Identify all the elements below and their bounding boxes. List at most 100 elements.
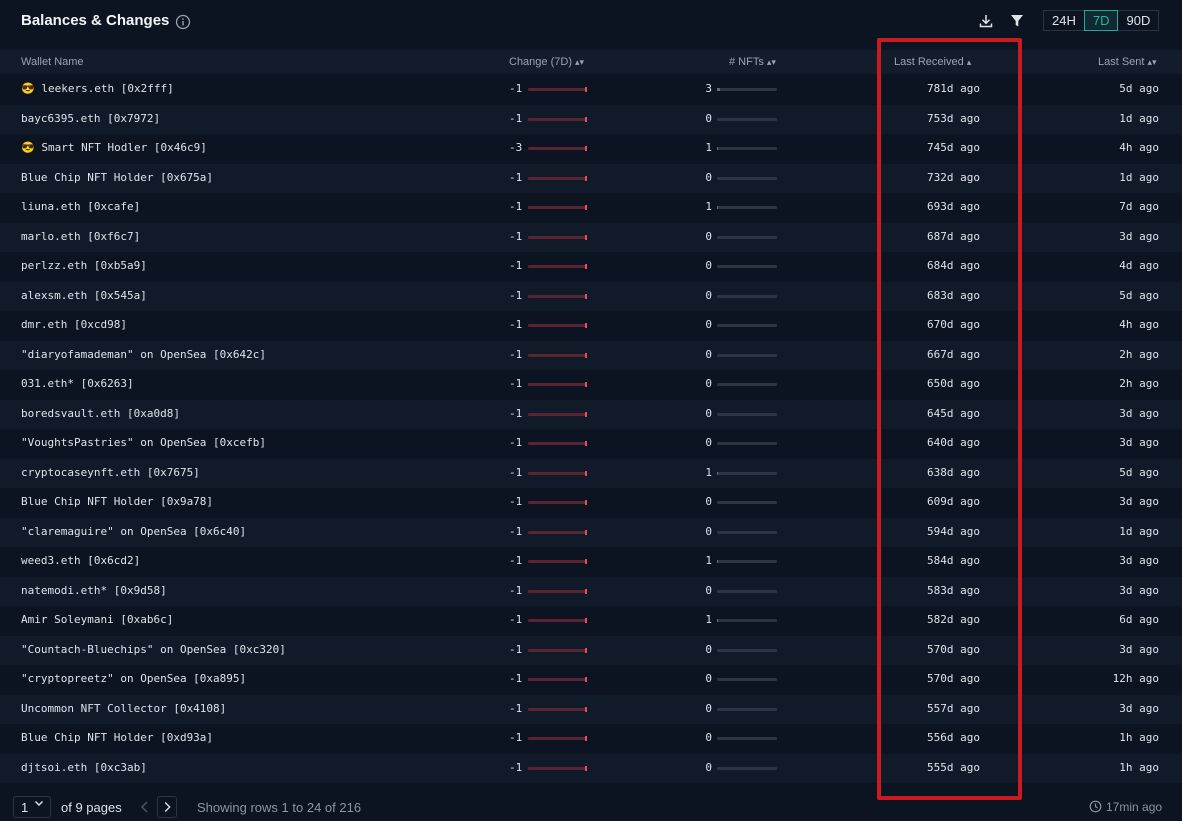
change-bar	[528, 382, 587, 387]
change-bar-marker	[585, 175, 587, 181]
change-value: -1	[509, 200, 523, 213]
column-label: Wallet Name	[21, 56, 84, 68]
wallet-name: Smart NFT Hodler [0x46c9]	[41, 141, 207, 154]
wallet-name-cell[interactable]: bayc6395.eth [0x7972]	[21, 112, 160, 125]
column-nfts[interactable]: # NFTs ▴▾	[729, 56, 776, 68]
change-value: -1	[509, 318, 523, 331]
page-select-value: 1	[21, 800, 29, 815]
next-page-button[interactable]	[157, 796, 177, 818]
wallet-name: bayc6395.eth [0x7972]	[21, 111, 161, 125]
change-bar	[528, 441, 587, 446]
nft-bar-fill	[717, 147, 718, 150]
wallet-name-cell[interactable]: alexsm.eth [0x545a]	[21, 289, 147, 302]
wallet-name-cell[interactable]: perlzz.eth [0xb5a9]	[21, 259, 147, 272]
nft-count: 0	[705, 377, 712, 390]
change-bar-marker	[585, 736, 587, 741]
change-bar	[528, 618, 587, 623]
wallet-name-cell[interactable]: Amir Soleymani [0xab6c]	[21, 613, 173, 626]
wallet-name-cell[interactable]: marlo.eth [0xf6c7]	[21, 230, 140, 243]
nft-count: 1	[705, 141, 712, 154]
wallet-name-cell[interactable]: Uncommon NFT Collector [0x4108]	[21, 702, 226, 715]
last-sent-value: 12h ago	[1112, 672, 1159, 685]
clock-icon	[1089, 800, 1102, 813]
change-bar	[528, 264, 587, 269]
table-footer: 1 of 9 pages Showing rows 1 to 24 of 216…	[0, 793, 1182, 821]
nft-count: 0	[705, 760, 712, 774]
page-select[interactable]: 1	[13, 796, 51, 818]
change-bar-marker	[585, 146, 587, 151]
change-bar	[528, 234, 587, 240]
wallet-name-cell[interactable]: dmr.eth [0xcd98]	[21, 318, 127, 331]
nft-bar-fill	[717, 560, 718, 563]
filter-icon[interactable]	[1010, 13, 1024, 29]
change-bar-marker	[585, 588, 587, 594]
wallet-name-cell[interactable]: Blue Chip NFT Holder [0x9a78]	[21, 495, 213, 508]
wallet-name-cell[interactable]: 😎 Smart NFT Hodler [0x46c9]	[21, 141, 207, 154]
wallet-name-cell[interactable]: weed3.eth [0x6cd2]	[21, 554, 140, 567]
download-icon[interactable]	[978, 13, 994, 29]
wallet-name: "cryptopreetz" on OpenSea [0xa895]	[21, 672, 247, 685]
nft-count: 0	[705, 731, 712, 744]
column-label: Change (7D)	[509, 56, 572, 68]
change-bar-marker	[585, 323, 587, 328]
wallet-name-cell[interactable]: djtsoi.eth [0xc3ab]	[21, 761, 147, 774]
wallet-name: dmr.eth [0xcd98]	[21, 318, 127, 331]
change-bar	[528, 175, 587, 181]
wallet-name-cell[interactable]: 😎 leekers.eth [0x2fff]	[21, 82, 174, 95]
change-bar-marker	[585, 352, 587, 358]
wallet-name-cell[interactable]: "claremaguire" on OpenSea [0x6c40]	[21, 525, 246, 538]
range-7d-button[interactable]: 7D	[1083, 10, 1119, 31]
change-value: -1	[509, 642, 523, 656]
time-range-selector: 24H 7D 90D	[1043, 10, 1160, 31]
change-bar	[528, 87, 587, 92]
column-change[interactable]: Change (7D) ▴▾	[509, 56, 584, 68]
wallet-name-cell[interactable]: Blue Chip NFT Holder [0x675a]	[21, 171, 213, 184]
change-bar	[528, 706, 587, 712]
wallet-name: Blue Chip NFT Holder [0x9a78]	[21, 495, 214, 508]
wallet-name-cell[interactable]: 031.eth* [0x6263]	[21, 377, 134, 390]
range-90d-button[interactable]: 90D	[1118, 11, 1158, 30]
prev-page-button[interactable]	[135, 796, 155, 818]
nft-bar	[717, 530, 777, 534]
nft-bar	[717, 176, 777, 180]
page-count: of 9 pages	[61, 800, 122, 815]
wallet-name-cell[interactable]: natemodi.eth* [0x9d58]	[21, 584, 167, 597]
change-bar-marker	[585, 559, 587, 564]
sort-icon: ▴▾	[1147, 57, 1157, 67]
nft-bar	[717, 324, 777, 327]
wallet-name: 031.eth* [0x6263]	[21, 377, 134, 390]
wallet-name-cell[interactable]: liuna.eth [0xcafe]	[21, 200, 140, 213]
wallet-name: marlo.eth [0xf6c7]	[21, 229, 141, 243]
wallet-name-cell[interactable]: "cryptopreetz" on OpenSea [0xa895]	[21, 672, 246, 685]
change-value: -1	[509, 288, 523, 302]
wallet-name: perlzz.eth [0xb5a9]	[21, 259, 147, 272]
highlight-box	[877, 38, 1022, 800]
column-wallet-name[interactable]: Wallet Name	[21, 56, 84, 68]
wallet-name: Uncommon NFT Collector [0x4108]	[21, 701, 227, 715]
change-value: -1	[509, 406, 523, 420]
wallet-name-cell[interactable]: Blue Chip NFT Holder [0xd93a]	[21, 731, 213, 744]
chevron-down-icon	[35, 801, 43, 806]
change-bar-marker	[585, 677, 587, 682]
wallet-name-cell[interactable]: "diaryofamademan" on OpenSea [0x642c]	[21, 348, 266, 361]
change-bar	[528, 588, 587, 594]
info-icon[interactable]	[175, 14, 191, 30]
last-sent-value: 3d ago	[1119, 554, 1159, 567]
nft-bar	[717, 412, 777, 416]
wallet-name-cell[interactable]: "Countach-Bluechips" on OpenSea [0xc320]	[21, 643, 286, 656]
nft-count: 0	[705, 259, 712, 272]
nft-bar	[717, 737, 777, 740]
last-sent-value: 2h ago	[1119, 347, 1159, 361]
change-bar	[528, 529, 587, 535]
last-sent-value: 4h ago	[1119, 141, 1159, 154]
rows-summary: Showing rows 1 to 24 of 216	[197, 800, 362, 815]
wallet-name: natemodi.eth* [0x9d58]	[21, 583, 167, 597]
wallet-name-cell[interactable]: "VoughtsPastries" on OpenSea [0xcefb]	[21, 436, 266, 449]
wallet-name-cell[interactable]: boredsvault.eth [0xa0d8]	[21, 407, 180, 420]
range-24h-button[interactable]: 24H	[1044, 11, 1084, 30]
change-value: -1	[509, 701, 523, 715]
nft-count: 0	[705, 406, 712, 420]
nft-bar	[717, 235, 777, 239]
wallet-name-cell[interactable]: cryptocaseynft.eth [0x7675]	[21, 466, 200, 479]
column-last-sent[interactable]: Last Sent ▴▾	[1098, 56, 1157, 68]
